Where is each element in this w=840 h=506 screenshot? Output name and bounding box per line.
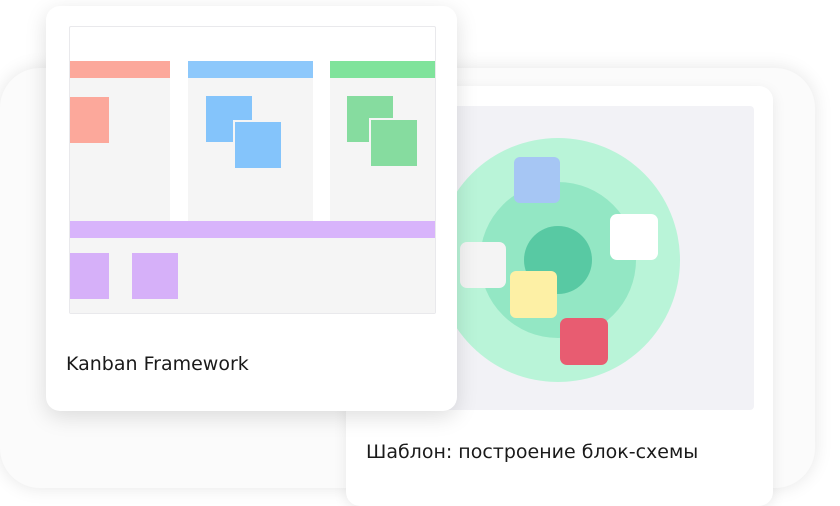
kanban-column-3-header (330, 61, 435, 78)
kanban-note-green-front (369, 118, 417, 166)
kanban-note-blue-front (233, 120, 281, 168)
flow-node-blue (514, 157, 560, 203)
flowchart-template-title: Шаблон: построение блок-схемы (366, 441, 699, 463)
kanban-column-2-header (188, 61, 313, 78)
kanban-note-purple-1 (70, 253, 109, 299)
flow-node-white-right (610, 214, 658, 260)
kanban-note-purple-2 (132, 253, 178, 299)
kanban-template-title: Kanban Framework (66, 353, 249, 375)
flow-node-white-left (460, 242, 506, 288)
kanban-note-red (70, 97, 109, 143)
kanban-swimlane-header (70, 221, 435, 238)
kanban-column-1 (70, 61, 170, 231)
flow-node-red (560, 318, 608, 365)
kanban-template-thumbnail (69, 26, 436, 314)
kanban-column-1-header (70, 61, 170, 78)
flow-node-yellow (510, 271, 557, 318)
